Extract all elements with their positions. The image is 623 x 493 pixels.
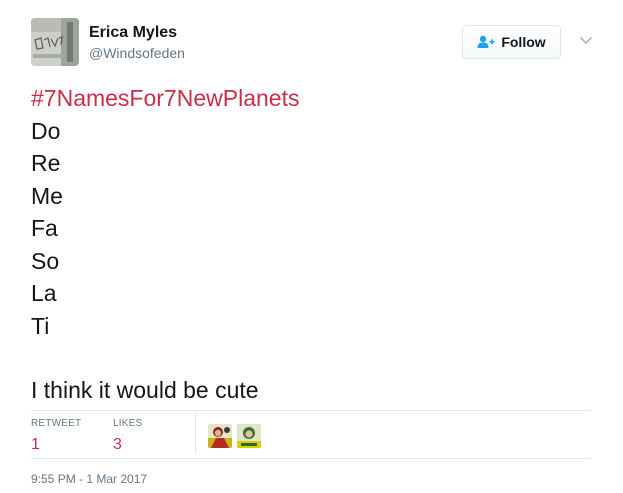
user-name[interactable]: Erica Myles — [89, 24, 177, 42]
likes-label: LIKES — [113, 418, 143, 429]
stat-divider — [195, 412, 196, 453]
avatar[interactable] — [31, 18, 79, 66]
liker-avatar[interactable] — [237, 424, 261, 448]
follow-button[interactable]: Follow — [462, 25, 561, 59]
retweet-stat[interactable]: RETWEET 1 — [31, 418, 81, 455]
likes-count: 3 — [113, 436, 122, 453]
tweet-line: Re — [31, 150, 61, 176]
tweet-line: So — [31, 247, 60, 274]
tweet-line: Do — [31, 117, 61, 144]
chevron-down-icon[interactable] — [578, 35, 594, 47]
follow-label: Follow — [501, 34, 546, 50]
tweet-text: #7NamesFor7NewPlanets Do Re Me Fa So La … — [31, 82, 591, 407]
divider — [31, 410, 591, 411]
divider — [31, 458, 591, 459]
tweet-closing-line: I think it would be cute — [31, 377, 259, 403]
retweet-count: 1 — [31, 436, 40, 453]
user-handle[interactable]: @Windsofeden — [89, 45, 185, 61]
retweet-label: RETWEET — [31, 418, 82, 429]
add-user-icon — [477, 35, 495, 49]
hashtag-link[interactable]: #7NamesFor7NewPlanets — [31, 82, 591, 115]
tweet-line: La — [31, 280, 57, 306]
tweet-line: Me — [31, 182, 63, 209]
tweet-line: Ti — [31, 312, 50, 339]
likes-stat[interactable]: LIKES 3 — [113, 418, 142, 455]
liker-avatar[interactable] — [208, 424, 232, 448]
tweet-line: Fa — [31, 215, 58, 241]
timestamp[interactable]: 9:55 PM - 1 Mar 2017 — [31, 472, 147, 486]
